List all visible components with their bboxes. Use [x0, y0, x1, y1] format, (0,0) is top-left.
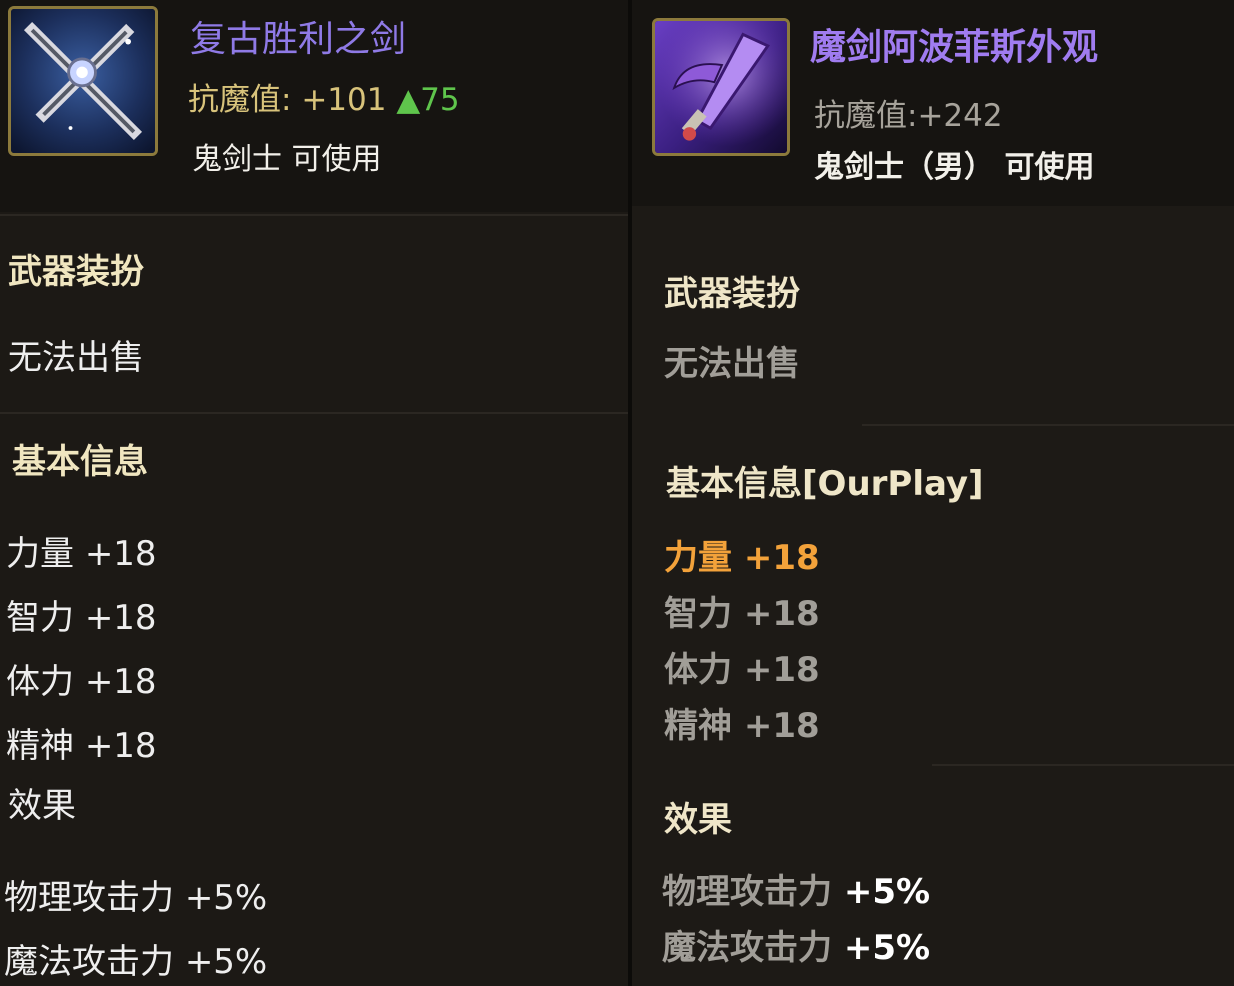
- left-effect-value: +5%: [184, 942, 268, 982]
- left-stat-value: +18: [84, 598, 157, 638]
- left-stat-value: +18: [84, 534, 157, 574]
- left-stat-row: 智力 +18: [6, 590, 157, 639]
- left-effect-row: 物理攻击力 +5%: [4, 870, 267, 919]
- left-category: 武器装扮: [8, 252, 144, 292]
- right-divider-2: [932, 764, 1234, 766]
- right-stat-value: +18: [743, 650, 820, 690]
- right-resist-value: 抗魔值:+242: [814, 98, 1003, 134]
- left-stat-row: 精神 +18: [6, 718, 157, 767]
- right-stat-value: +18: [743, 594, 820, 634]
- left-divider-2: [0, 412, 628, 414]
- left-resist-delta: ▲75: [396, 82, 460, 118]
- right-stat-value: +18: [743, 706, 820, 746]
- right-category: 武器装扮: [664, 274, 800, 314]
- left-stat-label: 力量: [6, 534, 74, 574]
- left-usable-class: 鬼剑士 可使用: [192, 142, 382, 177]
- right-stat-row: 力量 +18: [664, 530, 820, 579]
- right-stat-row: 精神 +18: [664, 698, 820, 747]
- left-stat-row: 体力 +18: [6, 654, 157, 703]
- right-effect-row: 物理攻击力 +5%: [662, 864, 930, 913]
- right-trade-status: 无法出售: [664, 344, 800, 384]
- left-effects-title: 效果: [8, 786, 76, 826]
- right-stat-label: 力量: [664, 538, 732, 578]
- left-effect-value: +5%: [184, 878, 268, 918]
- left-stat-label: 智力: [6, 598, 74, 638]
- left-stat-value: +18: [84, 662, 157, 702]
- left-effect-row: 魔法攻击力 +5%: [4, 934, 267, 983]
- right-stat-row: 体力 +18: [664, 642, 820, 691]
- right-stat-label: 体力: [664, 650, 732, 690]
- right-effects-title: 效果: [664, 800, 732, 840]
- right-item-tooltip: 魔剑阿波菲斯外观 抗魔值:+242 鬼剑士（男） 可使用 武器装扮 无法出售 基…: [632, 0, 1234, 986]
- cross-sword-icon[interactable]: [8, 6, 158, 156]
- right-effect-label: 魔法攻击力: [662, 928, 832, 968]
- right-effect-label: 物理攻击力: [662, 872, 832, 912]
- right-basic-info-title: 基本信息[OurPlay]: [666, 464, 984, 504]
- left-divider-1: [0, 214, 628, 216]
- right-item-name: 魔剑阿波菲斯外观: [810, 27, 1099, 68]
- right-usable-class: 鬼剑士（男） 可使用: [814, 150, 1095, 185]
- right-stat-label: 智力: [664, 594, 732, 634]
- left-stat-value: +18: [84, 726, 157, 766]
- left-stat-label: 精神: [6, 726, 74, 766]
- right-stat-value: +18: [743, 538, 820, 578]
- right-effect-value: +5%: [843, 928, 931, 968]
- left-item-tooltip: 复古胜利之剑 抗魔值: +101 ▲75 鬼剑士 可使用 武器装扮 无法出售 基…: [0, 0, 628, 986]
- left-resist-row: 抗魔值: +101 ▲75: [188, 74, 460, 119]
- right-stat-row: 智力 +18: [664, 586, 820, 635]
- left-effect-label: 魔法攻击力: [4, 942, 174, 982]
- apophis-sword-icon[interactable]: [652, 18, 790, 156]
- left-resist-value: +101: [301, 82, 387, 118]
- left-stat-label: 体力: [6, 662, 74, 702]
- left-trade-status: 无法出售: [8, 338, 144, 378]
- left-resist-label: 抗魔值:: [188, 82, 292, 118]
- left-effect-label: 物理攻击力: [4, 878, 174, 918]
- right-stat-label: 精神: [664, 706, 732, 746]
- right-divider-1: [862, 424, 1234, 426]
- left-item-name: 复古胜利之剑: [190, 19, 407, 60]
- right-effect-row: 魔法攻击力 +5%: [662, 920, 930, 969]
- left-stat-row: 力量 +18: [6, 526, 157, 575]
- left-basic-info-title: 基本信息: [12, 442, 148, 482]
- right-effect-value: +5%: [843, 872, 931, 912]
